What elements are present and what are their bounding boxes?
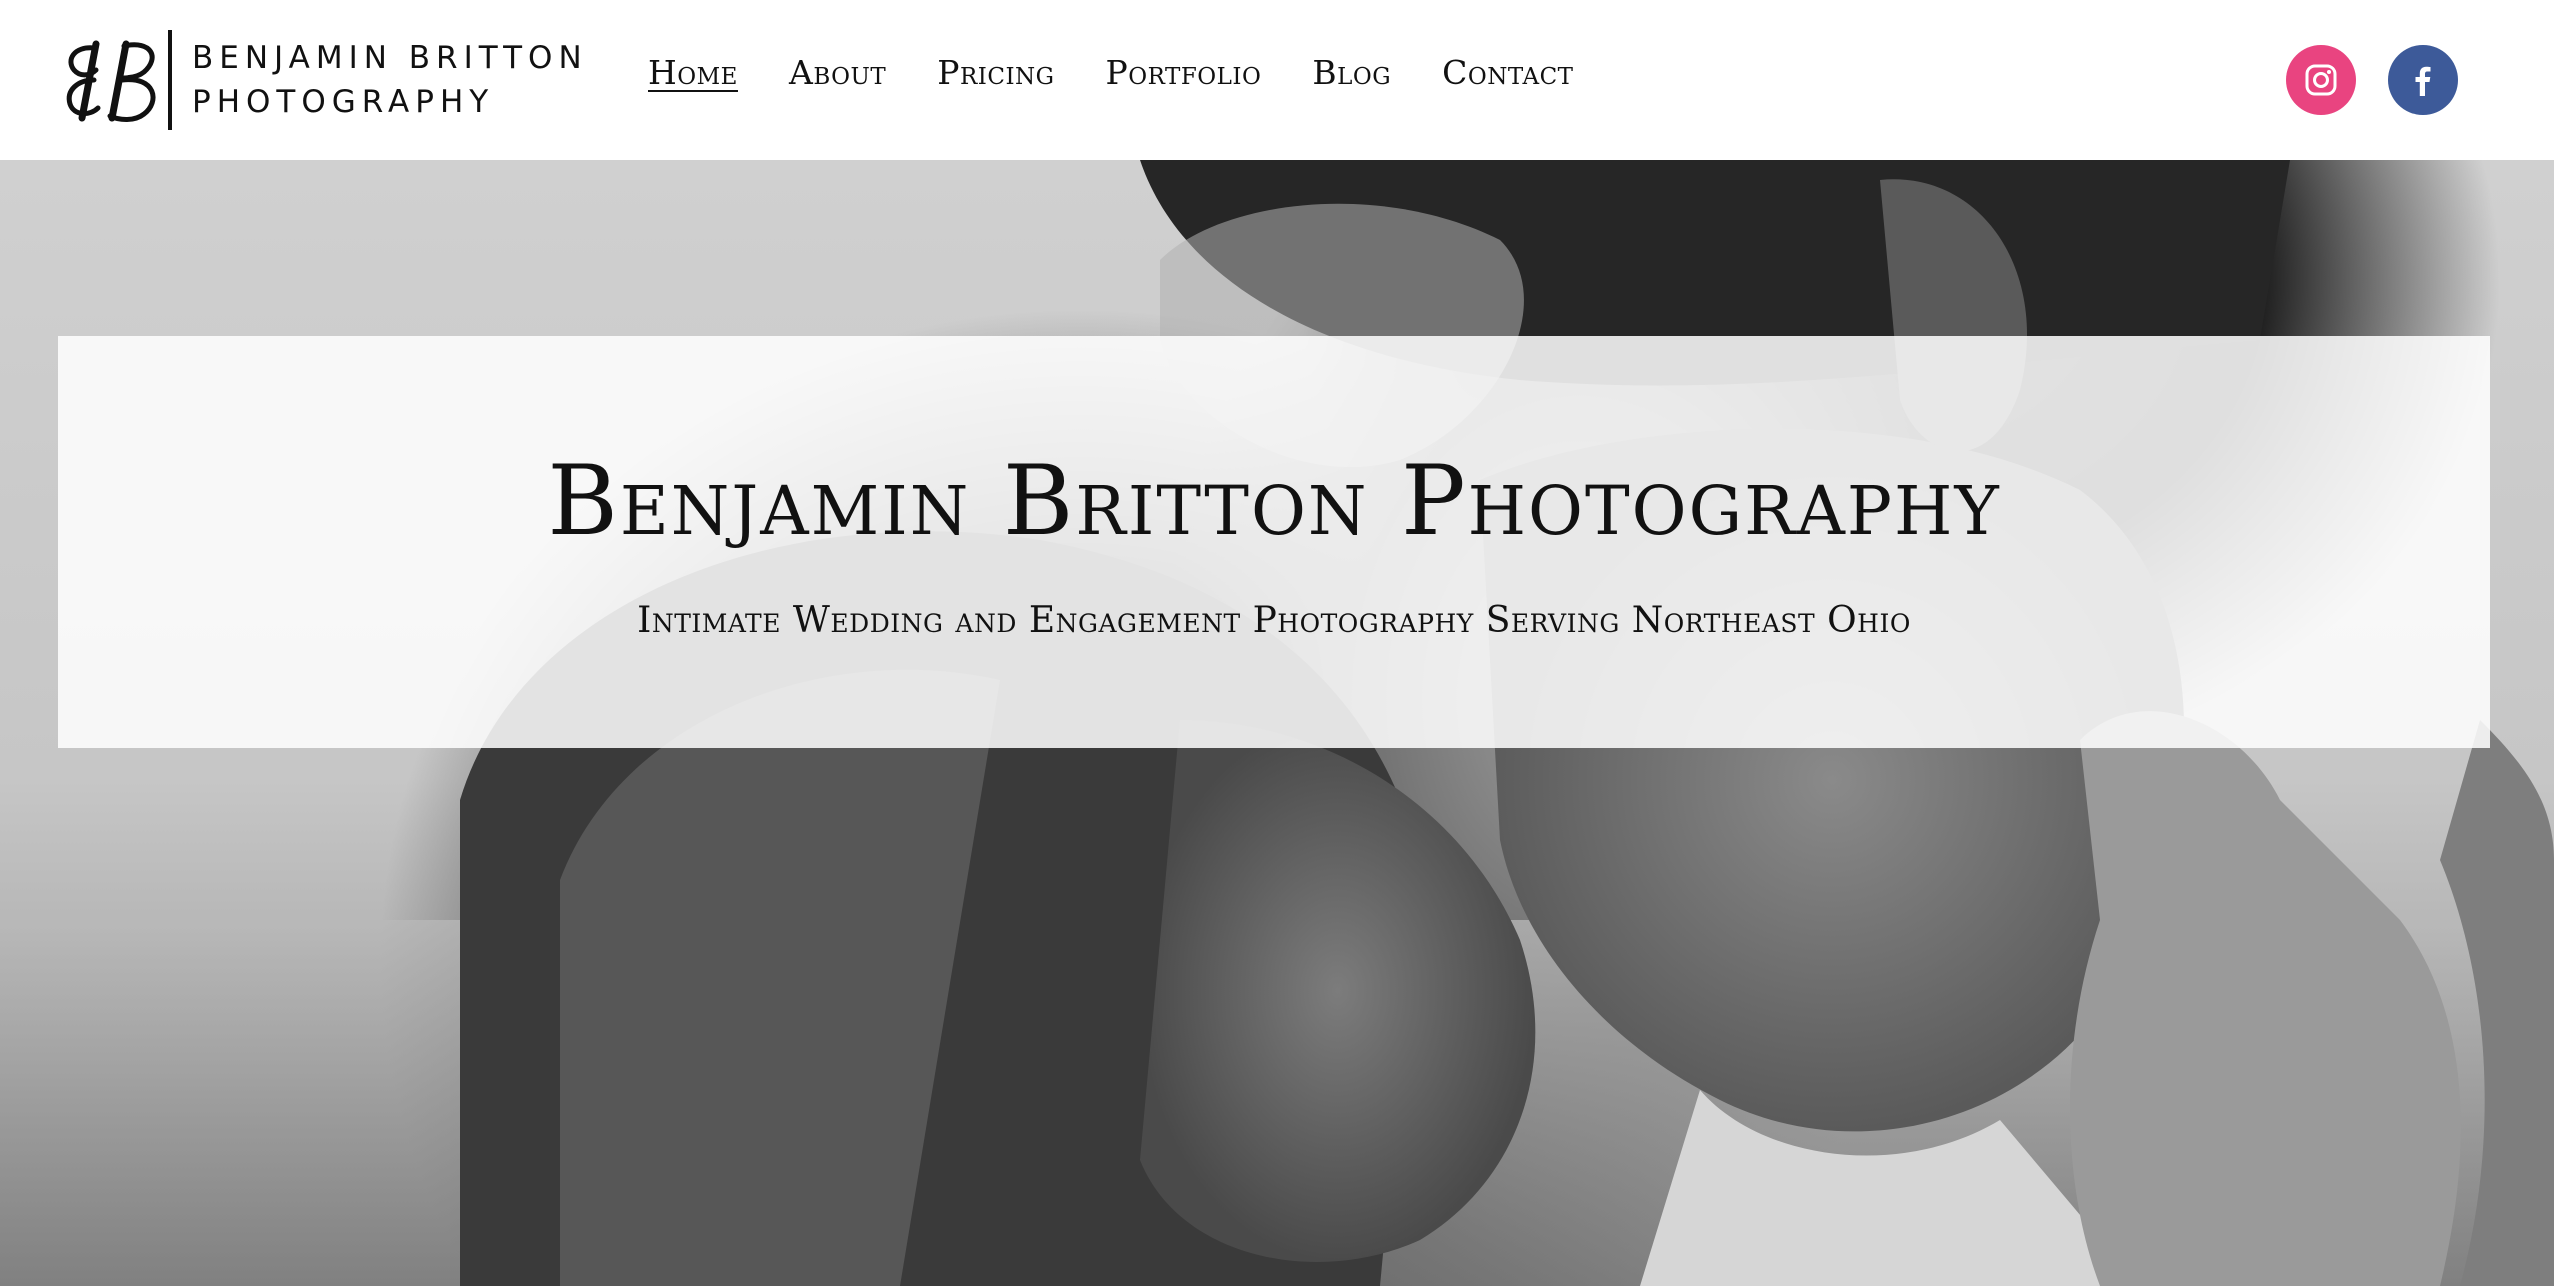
- hero-title: Benjamin Britton Photography: [547, 445, 2001, 557]
- hero-subtitle: Intimate Wedding and Engagement Photogra…: [637, 600, 1911, 641]
- social-links: [2286, 45, 2458, 115]
- hero-title-card: Benjamin Britton Photography Intimate We…: [58, 336, 2490, 748]
- hero-section: Benjamin Britton Photography Intimate We…: [0, 160, 2554, 1286]
- instagram-button[interactable]: [2286, 45, 2356, 115]
- nav-about[interactable]: About: [789, 50, 886, 96]
- logo-line-1: BENJAMIN BRITTON: [192, 40, 588, 76]
- nav-portfolio[interactable]: Portfolio: [1106, 50, 1262, 96]
- facebook-icon: [2415, 66, 2431, 96]
- facebook-button[interactable]: [2388, 45, 2458, 115]
- nav-home[interactable]: Home: [648, 50, 738, 96]
- logo-divider: [168, 30, 172, 130]
- nav-blog[interactable]: Blog: [1312, 50, 1391, 96]
- bb-monogram-icon: [66, 40, 156, 122]
- site-logo[interactable]: BENJAMIN BRITTON PHOTOGRAPHY: [60, 30, 588, 130]
- nav-pricing[interactable]: Pricing: [937, 50, 1054, 96]
- site-header: BENJAMIN BRITTON PHOTOGRAPHY Home About …: [0, 0, 2554, 160]
- logo-line-2: PHOTOGRAPHY: [192, 84, 495, 120]
- page: BENJAMIN BRITTON PHOTOGRAPHY Home About …: [0, 0, 2554, 1286]
- nav-contact[interactable]: Contact: [1442, 50, 1573, 96]
- instagram-icon: [2305, 64, 2337, 96]
- logo-text: BENJAMIN BRITTON PHOTOGRAPHY: [192, 36, 588, 124]
- main-nav: Home About Pricing Portfolio Blog Contac…: [648, 50, 1625, 96]
